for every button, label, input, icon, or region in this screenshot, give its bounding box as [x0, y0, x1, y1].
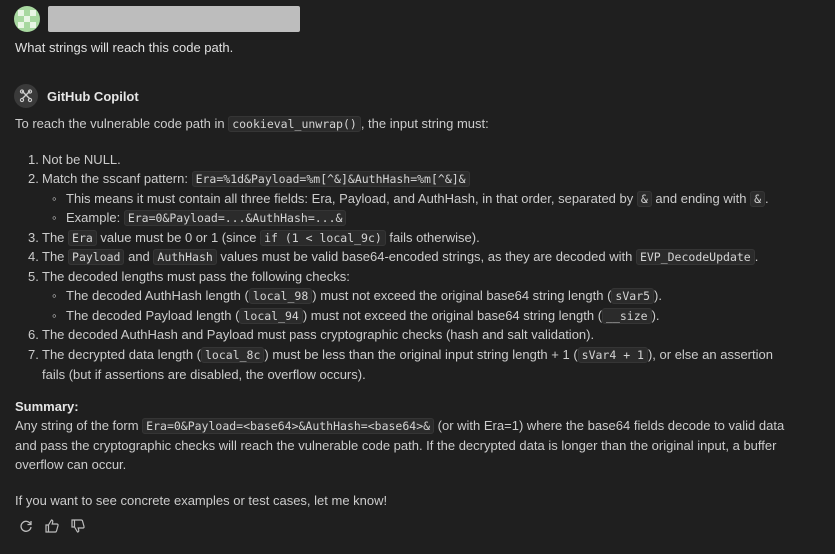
sub-list-item: ◦ The decoded AuthHash length (local_98) … — [52, 288, 662, 304]
list-item: 6. The decoded AuthHash and Payload must … — [28, 327, 595, 342]
inline-code: cookieval_unwrap() — [228, 116, 361, 132]
summary-label: Summary: — [15, 399, 79, 414]
inline-code: Era=%1d&Payload=%m[^&]&AuthHash=%m[^&]& — [191, 171, 470, 187]
copilot-name: GitHub Copilot — [47, 88, 139, 104]
list-item: 4. The Payload and AuthHash values must b… — [28, 249, 759, 265]
copilot-icon — [14, 84, 38, 108]
redacted-username — [48, 6, 300, 32]
closing-text: If you want to see concrete examples or … — [15, 493, 388, 508]
inline-code: Era=0&Payload=...&AuthHash=...& — [123, 210, 347, 226]
list-item: 7. The decrypted data length (local_8c) m… — [28, 347, 773, 363]
inline-code: & — [636, 191, 652, 207]
list-item-continuation: fails (but if assertions are disabled, t… — [42, 367, 366, 382]
summary-line: and pass the cryptographic checks will r… — [15, 438, 777, 453]
inline-code: AuthHash — [153, 249, 217, 265]
inline-code: if (1 < local_9c) — [260, 230, 386, 246]
inline-code: local_98 — [248, 288, 313, 304]
thumbs-up-icon[interactable] — [44, 518, 60, 534]
inline-code: sVar5 — [611, 288, 655, 304]
sub-list-item: ◦ Example: Era=0&Payload=...&AuthHash=...… — [52, 210, 347, 226]
inline-code: local_94 — [239, 308, 303, 324]
retry-icon[interactable] — [18, 518, 34, 534]
user-question: What strings will reach this code path. — [15, 40, 234, 55]
inline-code: local_8c — [201, 347, 265, 363]
intro-line: To reach the vulnerable code path in coo… — [15, 116, 489, 132]
summary-line: overflow can occur. — [15, 457, 127, 472]
inline-code: Payload — [68, 249, 125, 265]
list-item: 2. Match the sscanf pattern: Era=%1d&Payl… — [28, 171, 470, 187]
list-item: 3. The Era value must be 0 or 1 (since if… — [28, 230, 480, 246]
inline-code: sVar4 + 1 — [577, 347, 648, 363]
sub-list-item: ◦ The decoded Payload length (local_94) m… — [52, 308, 660, 324]
response-actions — [18, 518, 86, 534]
inline-code: Era=0&Payload=<base64>&AuthHash=<base64>… — [142, 418, 435, 434]
inline-code: EVP_DecodeUpdate — [635, 249, 755, 265]
list-item: 1. Not be NULL. — [28, 152, 121, 167]
inline-code: Era — [68, 230, 97, 246]
user-avatar — [14, 6, 40, 32]
list-item: 5. The decoded lengths must pass the foll… — [28, 269, 350, 284]
inline-code: & — [750, 191, 766, 207]
sub-list-item: ◦ This means it must contain all three fi… — [52, 191, 769, 207]
summary-line: Any string of the form Era=0&Payload=<ba… — [15, 418, 785, 434]
copilot-header: GitHub Copilot — [14, 84, 139, 108]
thumbs-down-icon[interactable] — [70, 518, 86, 534]
inline-code: __size — [602, 308, 652, 324]
